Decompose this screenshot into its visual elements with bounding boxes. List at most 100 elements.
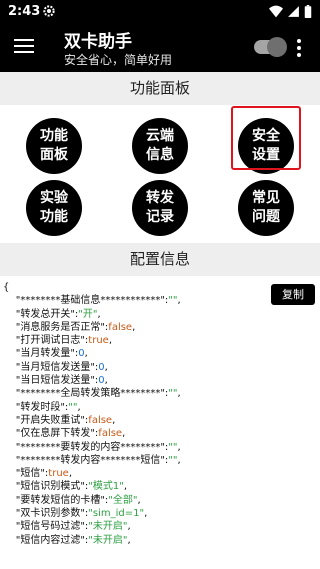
config-json-line: "转发时段":"", xyxy=(3,401,181,414)
forward-records-button[interactable]: 转发 记录 xyxy=(132,180,188,236)
config-json-line: "要转发短信的卡槽":"全部", xyxy=(3,494,181,507)
json-token: "未开启" xyxy=(88,534,128,546)
config-json-line: "双卡识别参数":"sim_id=1", xyxy=(3,507,181,520)
config-json-line: "********转发内容********短信":"", xyxy=(3,454,181,467)
json-token: "要转发短信的卡槽" xyxy=(3,494,105,506)
json-token: , xyxy=(144,508,148,520)
json-token: "sim_id=1" xyxy=(88,508,145,520)
json-token: , xyxy=(177,441,181,453)
json-token: "开启失败重试" xyxy=(3,414,85,426)
json-token: , xyxy=(132,321,136,333)
json-token: , xyxy=(68,468,73,480)
json-token: "" xyxy=(168,441,178,453)
config-json-line: { xyxy=(3,281,181,294)
app-subtitle: 安全省心，简单好用 xyxy=(64,53,173,67)
config-json-line: "打开调试日志":true, xyxy=(3,334,181,347)
json-token: "双卡识别参数" xyxy=(3,508,85,520)
json-token: "全部" xyxy=(108,494,138,506)
config-json-line: "转发总开关":"开", xyxy=(3,308,181,321)
config-json-line: "********全局转发策略********":"", xyxy=(3,387,181,400)
status-time: 2:43 xyxy=(8,4,41,19)
app-title: 双卡助手 xyxy=(64,32,132,52)
json-token: false xyxy=(98,428,123,440)
copy-button[interactable]: 复制 xyxy=(271,284,315,305)
config-json-line: "********要转发的内容********":"", xyxy=(3,441,181,454)
json-token: "未开启" xyxy=(88,521,128,533)
experimental-button[interactable]: 实验 功能 xyxy=(26,180,82,236)
json-token: "********要转发的内容********" xyxy=(3,441,165,453)
json-token: "转发总开关" xyxy=(3,308,75,320)
json-token: "" xyxy=(168,454,178,466)
config-json-line: "消息服务是否正常":false, xyxy=(3,321,181,334)
json-token: "********全局转发策略********" xyxy=(3,388,165,400)
json-token: , xyxy=(177,295,181,307)
toggle-knob xyxy=(267,37,287,57)
json-token: "" xyxy=(168,388,178,400)
status-bar: 2:43 xyxy=(0,0,320,24)
json-token: "********基础信息************" xyxy=(3,295,165,307)
json-token: "模式1" xyxy=(88,481,124,493)
selection-highlight xyxy=(231,106,301,170)
json-token: "打开调试日志" xyxy=(3,335,85,347)
json-token: "开" xyxy=(78,308,98,320)
json-token: , xyxy=(122,428,126,440)
json-token: "********转发内容********短信" xyxy=(3,454,165,466)
overflow-menu-button[interactable] xyxy=(296,39,302,57)
config-json-line: "当月短信发送量":0, xyxy=(3,361,181,374)
cellular-icon xyxy=(288,6,299,17)
faq-button[interactable]: 常见 问题 xyxy=(238,180,294,236)
json-token: "当月转发量" xyxy=(3,348,75,360)
function-panel-button[interactable]: 功能 面板 xyxy=(26,118,82,174)
menu-icon xyxy=(14,39,34,41)
json-token: , xyxy=(104,375,108,387)
json-token: , xyxy=(127,534,131,546)
json-token: "仅在息屏下转发" xyxy=(3,428,95,440)
json-token: true xyxy=(48,468,69,480)
more-vert-icon xyxy=(297,39,301,43)
config-json-view: { "********基础信息************":"", "转发总开关"… xyxy=(0,276,320,569)
json-token: , xyxy=(97,308,101,320)
json-token: , xyxy=(123,481,128,493)
json-token: , xyxy=(127,521,131,533)
config-json-line: "********基础信息************":"", xyxy=(3,294,181,307)
json-token: "当月短信发送量" xyxy=(3,361,95,373)
config-json-line: "短信号码过滤":"未开启", xyxy=(3,520,181,533)
json-token: "消息服务是否正常" xyxy=(3,321,105,333)
config-json-line: "当日短信发送量":0, xyxy=(3,374,181,387)
json-token: "短信号码过滤" xyxy=(3,521,85,533)
json-token: "短信" xyxy=(3,468,45,480)
json-token: "短信内容过滤" xyxy=(3,534,85,546)
json-token: , xyxy=(137,494,141,506)
config-json-line: "当月转发量":0, xyxy=(3,347,181,360)
master-toggle[interactable] xyxy=(254,37,287,57)
json-token: "" xyxy=(168,295,178,307)
json-token: true xyxy=(88,335,109,347)
config-json-line: "仅在息屏下转发":false, xyxy=(3,427,181,440)
config-json-text: { "********基础信息************":"", "转发总开关"… xyxy=(3,281,181,547)
panel-header: 功能面板 xyxy=(0,72,320,105)
app-bar: 双卡助手 安全省心，简单好用 xyxy=(0,24,320,72)
json-token: "" xyxy=(68,401,78,413)
cloud-info-button[interactable]: 云端 信息 xyxy=(132,118,188,174)
config-json-line: "短信":true, xyxy=(3,467,181,480)
json-token: false xyxy=(108,321,133,333)
wifi-icon xyxy=(269,5,283,18)
json-token: "转发时段" xyxy=(3,401,65,413)
json-token: false xyxy=(88,414,113,426)
json-token: , xyxy=(104,361,108,373)
json-token: , xyxy=(177,388,181,400)
config-json-line: "短信识别模式":"模式1", xyxy=(3,480,181,493)
json-token: "当日短信发送量" xyxy=(3,375,95,387)
json-token: , xyxy=(108,335,113,347)
json-token: , xyxy=(84,348,88,360)
config-header: 配置信息 xyxy=(0,243,320,276)
json-token: , xyxy=(77,401,81,413)
menu-button[interactable] xyxy=(14,39,34,55)
config-json-line: "短信内容过滤":"未开启", xyxy=(3,534,181,547)
json-token: , xyxy=(177,454,181,466)
battery-icon xyxy=(304,5,312,18)
gear-icon xyxy=(43,5,55,17)
json-token: , xyxy=(112,414,116,426)
config-json-line: "开启失败重试":false, xyxy=(3,414,181,427)
json-token: { xyxy=(3,282,10,293)
